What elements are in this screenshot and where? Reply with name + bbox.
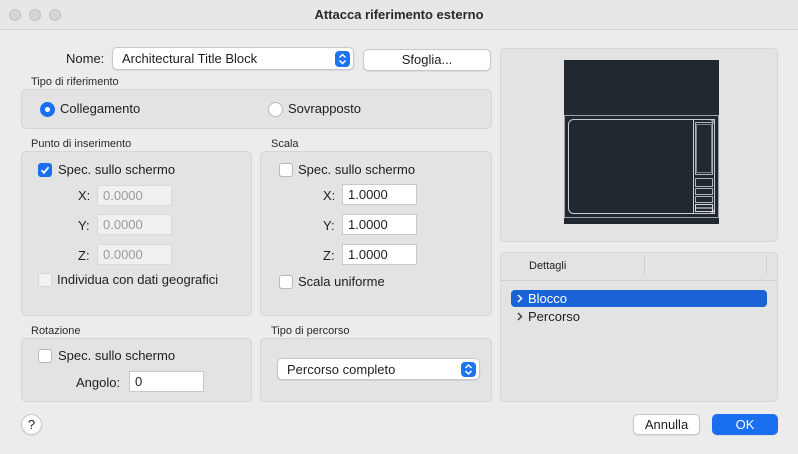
dropdown-arrows-icon — [461, 362, 476, 377]
name-label: Nome: — [66, 51, 105, 66]
tree-item-blocco[interactable]: Blocco — [511, 290, 767, 307]
drawing-preview — [564, 60, 719, 224]
geo-checkbox-label: Individua con dati geografici — [57, 272, 219, 287]
insertion-z-field[interactable]: 0.0000 — [97, 244, 172, 265]
tree-item-label: Percorso — [528, 309, 581, 324]
scale-z-label: Z: — [323, 248, 335, 263]
scale-group-label: Scala — [271, 138, 299, 150]
uniform-scale-label[interactable]: Scala uniforme — [298, 274, 385, 289]
chevron-right-icon — [516, 309, 524, 326]
tree-item-percorso[interactable]: Percorso — [511, 308, 767, 325]
path-type-group-label: Tipo di percorso — [271, 325, 350, 337]
details-header: Dettagli — [529, 260, 567, 272]
scale-specify-checkbox[interactable] — [279, 163, 293, 177]
rotation-specify-label[interactable]: Spec. sullo schermo — [58, 348, 175, 363]
header-separator — [501, 280, 777, 281]
scale-x-field[interactable]: 1.0000 — [342, 184, 417, 205]
insertion-group-label: Punto di inserimento — [31, 138, 132, 150]
name-dropdown-value: Architectural Title Block — [122, 51, 258, 66]
scale-z-field[interactable]: 1.0000 — [342, 244, 417, 265]
dropdown-arrows-icon — [335, 51, 350, 67]
name-dropdown[interactable]: Architectural Title Block — [112, 47, 354, 70]
path-type-dropdown[interactable]: Percorso completo — [277, 358, 480, 380]
chevron-right-icon — [516, 291, 524, 308]
insertion-z-label: Z: — [78, 248, 90, 263]
angle-label: Angolo: — [76, 375, 121, 390]
insertion-x-label: X: — [78, 188, 91, 203]
details-panel — [500, 252, 778, 402]
uniform-scale-checkbox[interactable] — [279, 275, 293, 289]
column-divider — [766, 256, 767, 274]
overlay-radio[interactable] — [268, 102, 283, 117]
column-divider — [644, 256, 645, 274]
title-block-thumbnail — [564, 115, 719, 218]
insertion-y-field[interactable]: 0.0000 — [97, 214, 172, 235]
help-button[interactable]: ? — [21, 414, 42, 435]
rotation-group-label: Rotazione — [31, 325, 81, 337]
insertion-x-field[interactable]: 0.0000 — [97, 185, 172, 206]
insertion-y-label: Y: — [78, 218, 90, 233]
attach-radio[interactable] — [40, 102, 55, 117]
scale-specify-label[interactable]: Spec. sullo schermo — [298, 162, 415, 177]
tree-item-label: Blocco — [528, 291, 568, 306]
checkmark-icon — [40, 166, 50, 175]
scale-y-field[interactable]: 1.0000 — [342, 214, 417, 235]
scale-x-label: X: — [323, 188, 336, 203]
browse-button[interactable]: Sfoglia... — [363, 49, 491, 71]
path-type-value: Percorso completo — [287, 362, 396, 377]
attach-radio-label[interactable]: Collegamento — [60, 101, 140, 116]
ok-button[interactable]: OK — [712, 414, 778, 435]
angle-field[interactable]: 0 — [129, 371, 204, 392]
geo-checkbox[interactable] — [38, 273, 52, 287]
insertion-specify-label[interactable]: Spec. sullo schermo — [58, 162, 175, 177]
rotation-specify-checkbox[interactable] — [38, 349, 52, 363]
ref-type-group-label: Tipo di riferimento — [31, 76, 119, 88]
cancel-button[interactable]: Annulla — [633, 414, 700, 435]
window-title: Attacca riferimento esterno — [314, 7, 484, 22]
scale-y-label: Y: — [323, 218, 335, 233]
insertion-specify-checkbox[interactable] — [38, 163, 52, 177]
overlay-radio-label[interactable]: Sovrapposto — [288, 101, 361, 116]
